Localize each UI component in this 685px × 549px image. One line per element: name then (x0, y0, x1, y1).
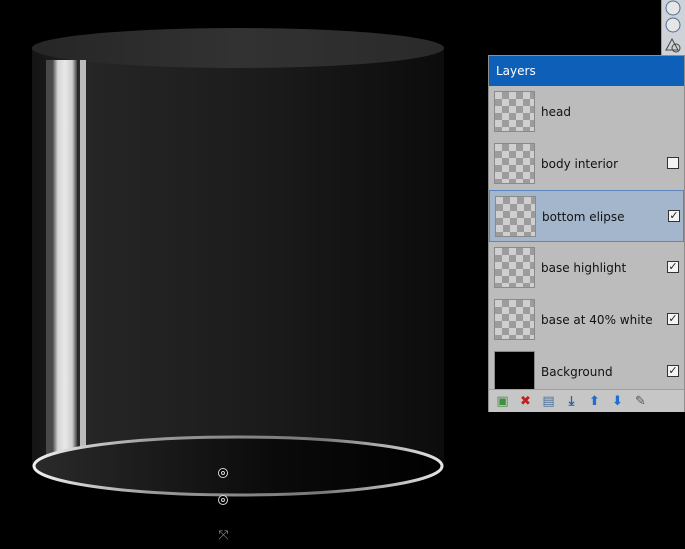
ellipse-tool-icon[interactable] (664, 17, 682, 35)
layers-toolbar: ▣ ✖ ▤ ⤓ ⬆ ⬇ ✎ (489, 389, 684, 412)
layer-name: head (541, 105, 571, 119)
delete-layer-icon[interactable]: ✖ (517, 393, 534, 410)
layer-thumbnail (494, 143, 535, 184)
layer-thumbnail (494, 351, 535, 392)
layer-visibility-checkbox[interactable]: ✓ (668, 210, 680, 222)
layer-properties-icon[interactable]: ✎ (632, 393, 649, 410)
move-handle-icon[interactable]: ⤧ (217, 529, 230, 542)
cylinder-top (32, 28, 444, 68)
layers-window: Layers head body interior bottom elipse ✓ ba… (488, 55, 685, 412)
layer-thumbnail (495, 196, 536, 237)
layer-row[interactable]: base highlight ✓ (489, 242, 684, 294)
layer-name: base at 40% white (541, 313, 653, 327)
highlight-strip (53, 60, 77, 470)
duplicate-layer-icon[interactable]: ▤ (540, 393, 557, 410)
layer-row[interactable]: base at 40% white ✓ (489, 294, 684, 346)
layer-row[interactable]: body interior (489, 138, 684, 190)
layer-visibility-checkbox[interactable]: ✓ (667, 261, 679, 273)
add-layer-icon[interactable]: ▣ (494, 393, 511, 410)
layer-thumbnail (494, 247, 535, 288)
layer-name: body interior (541, 157, 619, 171)
layer-name: base highlight (541, 261, 627, 275)
layer-row[interactable]: head (489, 86, 684, 138)
shapes-tool-icon[interactable] (664, 36, 682, 54)
move-layer-up-icon[interactable]: ⬆ (586, 393, 603, 410)
layer-row[interactable]: bottom elipse ✓ (489, 190, 684, 242)
control-handle[interactable] (218, 468, 228, 478)
layers-title[interactable]: Layers (489, 56, 684, 86)
layer-name: bottom elipse (542, 210, 625, 224)
control-handle[interactable] (218, 495, 228, 505)
layer-visibility-checkbox[interactable]: ✓ (667, 313, 679, 325)
move-layer-down-icon[interactable]: ⬇ (609, 393, 626, 410)
ellipse-select-icon[interactable] (664, 0, 682, 18)
layer-visibility-checkbox[interactable]: ✓ (667, 365, 679, 377)
layer-thumbnail (494, 91, 535, 132)
merge-layer-down-icon[interactable]: ⤓ (563, 393, 580, 410)
layer-visibility-checkbox[interactable] (667, 157, 679, 169)
cylinder-body (32, 48, 444, 468)
layer-thumbnail (494, 299, 535, 340)
